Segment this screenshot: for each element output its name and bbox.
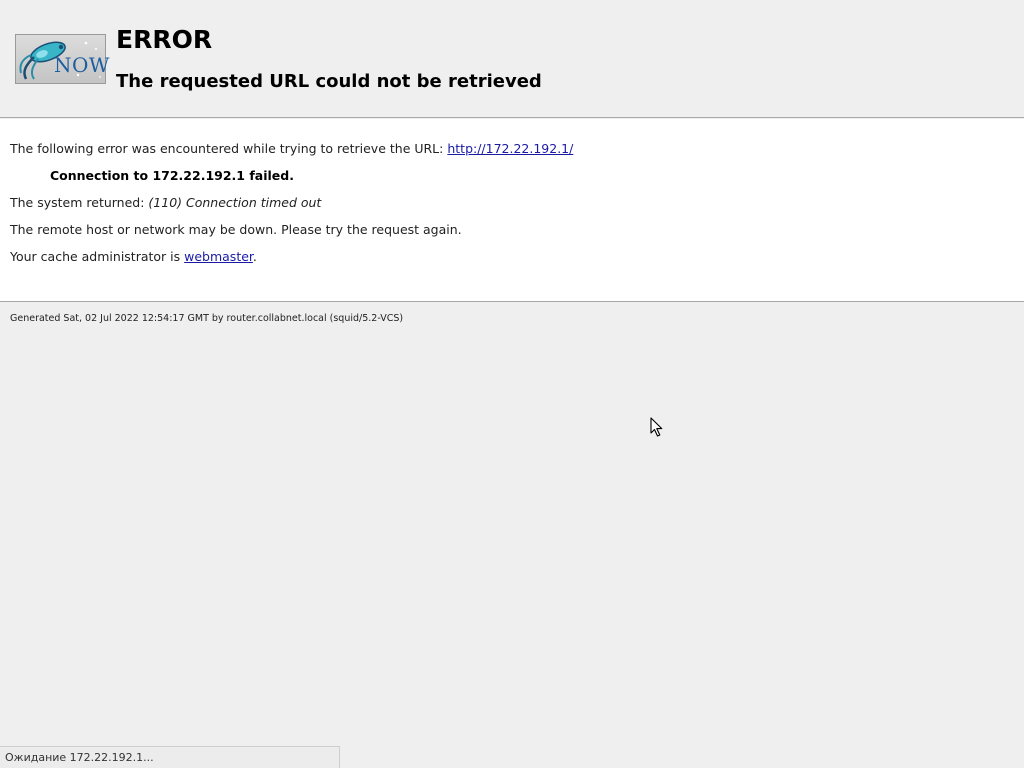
cache-admin-line: Your cache administrator is webmaster. xyxy=(10,249,257,264)
browser-status-bar: Ожидание 172.22.192.1... xyxy=(0,746,340,768)
system-error-text: (110) Connection timed out xyxy=(148,195,322,210)
logo-word: NOW xyxy=(54,53,110,77)
webmaster-link[interactable]: webmaster xyxy=(184,249,253,264)
requested-url-link[interactable]: http://172.22.192.1/ xyxy=(447,141,573,156)
cache-admin-label: Your cache administrator is xyxy=(10,249,185,264)
remote-host-message: The remote host or network may be down. … xyxy=(10,222,462,237)
squid-logo-icon: NOW xyxy=(15,34,109,84)
error-header: NOW ERROR The requested URL could not be… xyxy=(0,0,1024,118)
error-url-line: The following error was encountered whil… xyxy=(10,141,573,156)
system-returned-line: The system returned: (110) Connection ti… xyxy=(10,195,321,210)
error-title: ERROR xyxy=(116,25,213,54)
mouse-cursor-icon xyxy=(650,417,664,441)
error-subtitle: The requested URL could not be retrieved xyxy=(116,71,542,92)
generated-footer: Generated Sat, 02 Jul 2022 12:54:17 GMT … xyxy=(10,313,404,324)
system-returned-label: The system returned: xyxy=(10,195,149,210)
connection-failed-message: Connection to 172.22.192.1 failed. xyxy=(50,168,294,183)
cache-admin-suffix: . xyxy=(252,249,257,264)
error-content: The following error was encountered whil… xyxy=(0,119,1024,302)
url-line-text: The following error was encountered whil… xyxy=(10,141,448,156)
